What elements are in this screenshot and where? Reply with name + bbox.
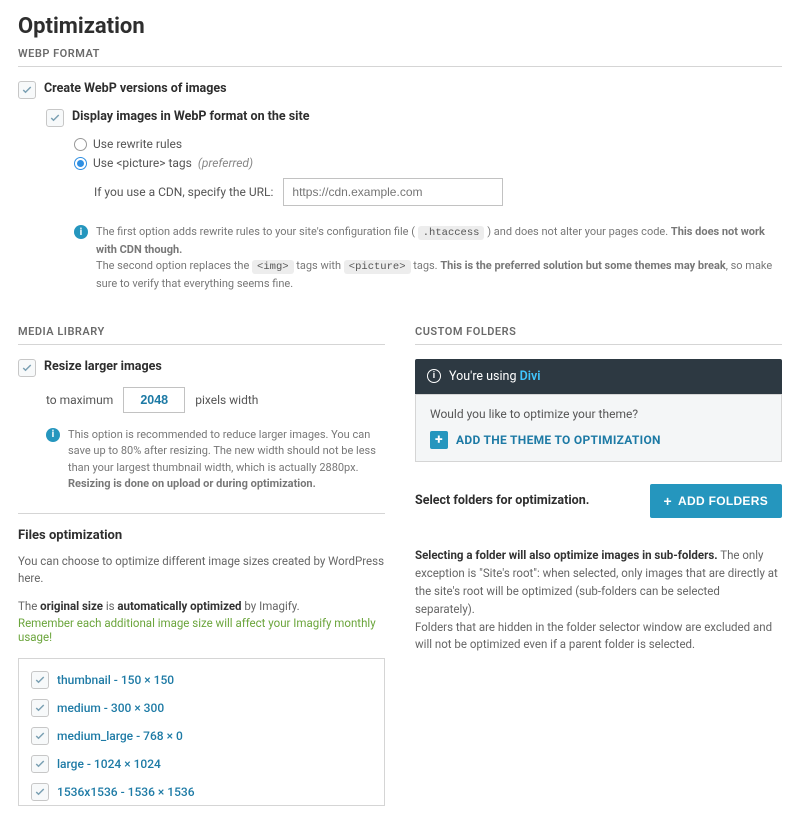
plus-icon: + — [664, 493, 672, 509]
checkbox-create-webp[interactable] — [18, 81, 36, 99]
heading-files-optimization: Files optimization — [18, 528, 385, 543]
info-icon: i — [46, 428, 60, 442]
theme-banner: i You're using Divi — [415, 359, 782, 394]
section-webp-format: WEBP FORMAT — [18, 47, 782, 67]
label-size: large - 1024 × 1024 — [57, 757, 161, 771]
label-create-webp: Create WebP versions of images — [44, 81, 227, 96]
checkbox-size-medium[interactable] — [31, 699, 49, 717]
checkbox-resize-images[interactable] — [18, 359, 36, 377]
plus-icon: + — [430, 431, 448, 449]
label-resize-images: Resize larger images — [44, 359, 162, 374]
text-usage-warning: Remember each additional image size will… — [18, 616, 385, 644]
label-select-folders: Select folders for optimization. — [415, 493, 589, 508]
info-icon: i — [74, 225, 88, 239]
checkbox-size-1536[interactable] — [31, 783, 49, 801]
section-custom-folders: CUSTOM FOLDERS — [415, 325, 782, 345]
page-title: Optimization — [18, 14, 782, 39]
label-to-maximum: to maximum — [46, 393, 113, 407]
radio-picture-tags[interactable] — [74, 157, 87, 170]
text-youre-using: You're using — [449, 369, 516, 384]
checkbox-size-thumbnail[interactable] — [31, 671, 49, 689]
label-rewrite-rules: Use rewrite rules — [93, 137, 182, 151]
input-cdn-url[interactable] — [283, 178, 503, 206]
label-picture-tags: Use <picture> tags — [93, 156, 192, 170]
text-files-desc: You can choose to optimize different ima… — [18, 553, 385, 589]
checkbox-size-large[interactable] — [31, 755, 49, 773]
input-max-width[interactable] — [123, 387, 185, 413]
label-size: thumbnail - 150 × 150 — [57, 673, 174, 687]
text-original-size: The original size is automatically optim… — [18, 598, 385, 616]
label-cdn-url: If you use a CDN, specify the URL: — [94, 185, 273, 199]
info-text-resize: This option is recommended to reduce lar… — [68, 427, 385, 493]
section-media-library: MEDIA LIBRARY — [18, 325, 385, 345]
checkbox-size-medium-large[interactable] — [31, 727, 49, 745]
add-theme-button[interactable]: + ADD THE THEME TO OPTIMIZATION — [430, 431, 661, 449]
label-picture-preferred: (preferred) — [198, 156, 253, 170]
text-optimize-theme-q: Would you like to optimize your theme? — [430, 407, 767, 421]
label-display-webp: Display images in WebP format on the sit… — [72, 109, 309, 124]
radio-rewrite-rules[interactable] — [74, 138, 87, 151]
label-size: medium_large - 768 × 0 — [57, 729, 183, 743]
checkbox-display-webp[interactable] — [46, 109, 64, 127]
info-icon: i — [427, 369, 441, 383]
label-size: medium - 300 × 300 — [57, 701, 164, 715]
info-text-webp: The first option adds rewrite rules to y… — [96, 224, 782, 293]
label-size: 1536x1536 - 1536 × 1536 — [57, 785, 195, 799]
add-folders-button[interactable]: + ADD FOLDERS — [650, 484, 782, 518]
text-folder-description: Selecting a folder will also optimize im… — [415, 530, 782, 655]
label-pixels-width: pixels width — [195, 393, 258, 407]
divider — [18, 513, 385, 514]
image-sizes-list: thumbnail - 150 × 150 medium - 300 × 300… — [18, 658, 385, 806]
theme-name: Divi — [520, 369, 541, 384]
